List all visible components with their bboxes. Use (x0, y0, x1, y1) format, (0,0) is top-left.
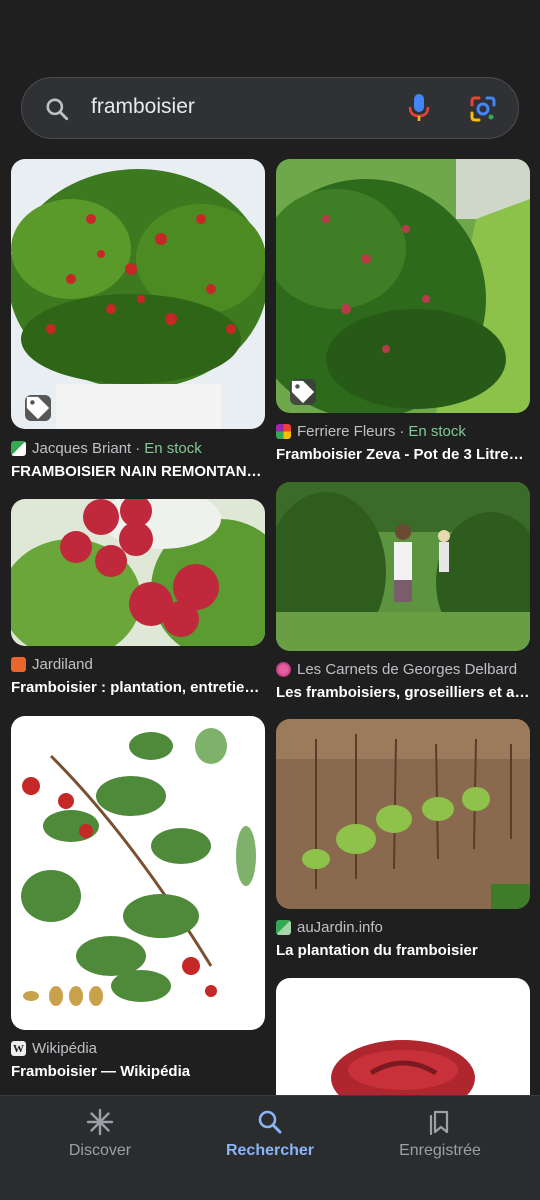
wikipedia-favicon: W (11, 1041, 26, 1056)
nav-discover-label: Discover (68, 1142, 132, 1159)
result-image-raspberry-rows[interactable] (276, 159, 530, 413)
result-title[interactable]: Les framboisiers, groseilliers et au... (276, 684, 530, 701)
search-bar[interactable]: framboisier (21, 77, 519, 139)
result-image-botanical-illustration[interactable] (11, 716, 265, 1030)
bottom-navigation: Discover Rechercher Enregistrée (0, 1095, 540, 1200)
georges-delbard-favicon (276, 662, 291, 677)
source-name: Les Carnets de Georges Delbard (297, 661, 518, 678)
result-image-garden-harvest[interactable] (276, 482, 530, 651)
search-input[interactable]: framboisier (91, 95, 195, 119)
result-image-raspberries-closeup[interactable] (11, 499, 265, 646)
saved-collections-icon (429, 1110, 449, 1136)
result-image-raspberry-canes-soil[interactable] (276, 719, 530, 909)
product-tag-icon (290, 379, 316, 405)
result-source: Jacques Briant · En stock (11, 440, 202, 457)
result-source: auJardin.info (276, 919, 383, 936)
source-name: Jardiland (32, 656, 93, 673)
result-source: Les Carnets de Georges Delbard (276, 661, 517, 678)
nav-search-label: Rechercher (225, 1142, 315, 1159)
product-tag-icon (25, 395, 51, 421)
result-title[interactable]: Framboisier — Wikipédia (11, 1063, 265, 1080)
result-source: Ferriere Fleurs · En stock (276, 423, 466, 440)
result-source: Jardiland (11, 656, 93, 673)
result-title[interactable]: Framboisier Zeva - Pot de 3 Litres |... (276, 446, 530, 463)
nav-discover[interactable]: Discover (10, 1096, 190, 1200)
source-name: Wikipédia (32, 1040, 98, 1057)
search-icon (258, 1110, 282, 1134)
nav-saved-label: Enregistrée (399, 1142, 481, 1159)
jardiland-favicon (11, 657, 26, 672)
source-name: auJardin.info (297, 919, 383, 936)
source-name: Ferriere Fleurs (297, 423, 396, 440)
source-name: Jacques Briant (32, 440, 132, 457)
result-title[interactable]: FRAMBOISIER NAIN REMONTANT ... (11, 463, 265, 480)
result-image-raspberry-pot[interactable] (11, 159, 265, 429)
microphone-icon[interactable] (408, 93, 430, 123)
aujardin-favicon (276, 920, 291, 935)
jacques-briant-favicon (11, 441, 26, 456)
google-lens-icon[interactable] (469, 95, 497, 123)
result-title[interactable]: Framboisier : plantation, entretien ... (11, 679, 265, 696)
result-source: W Wikipédia (11, 1040, 97, 1057)
discover-asterisk-icon (86, 1108, 114, 1136)
nav-saved[interactable]: Enregistrée (350, 1096, 530, 1200)
ferriere-fleurs-favicon (276, 424, 291, 439)
stock-status: En stock (408, 423, 466, 440)
stock-status: En stock (144, 440, 202, 457)
search-icon[interactable] (44, 96, 70, 122)
result-title[interactable]: La plantation du framboisier (276, 942, 530, 959)
nav-search[interactable]: Rechercher (180, 1096, 360, 1200)
